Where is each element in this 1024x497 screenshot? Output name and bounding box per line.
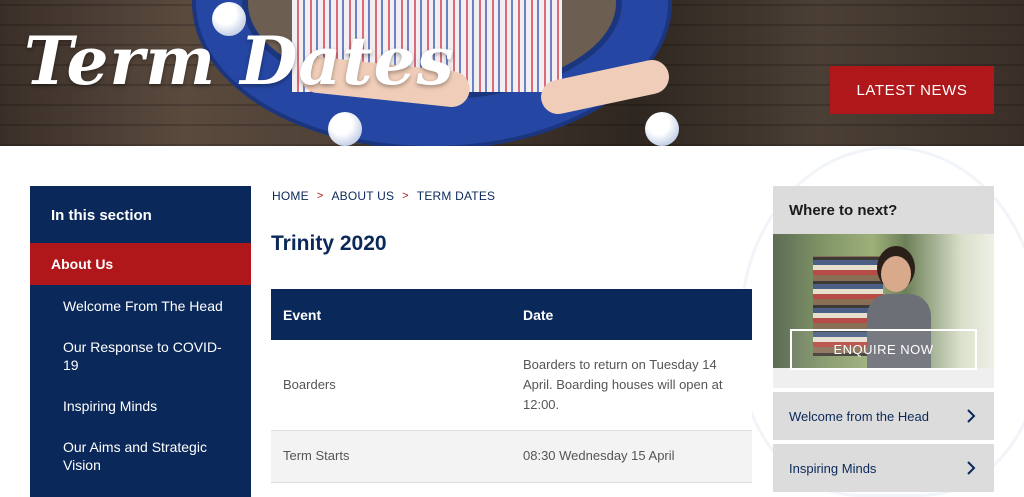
hero-title: Term Dates [24,22,455,100]
date-cell: 08:30 Wednesday 15 April [511,430,752,483]
event-cell: Term Starts [271,430,511,483]
link-label: Welcome from the Head [789,408,929,424]
latest-news-button[interactable]: LATEST NEWS [830,66,994,114]
chevron-right-icon [967,409,976,423]
porthole-bolt-decoration [328,112,362,146]
student-head-image [881,256,911,292]
student-photo: ENQUIRE NOW [773,234,994,388]
breadcrumb-term-dates-link[interactable]: TERM DATES [417,189,495,203]
event-cell: Boarders [271,340,511,431]
breadcrumb: HOME > ABOUT US > TERM DATES [272,189,495,203]
link-label: Inspiring Minds [789,460,877,476]
sidebar-item-welcome-from-the-head[interactable]: Welcome From The Head [63,297,223,315]
section-sidebar: In this section About Us Welcome From Th… [30,186,251,497]
column-header-date: Date [511,289,752,340]
enquire-now-button[interactable]: ENQUIRE NOW [790,329,977,370]
term-dates-table: Event Date Boarders Boarders to return o… [271,289,752,483]
chevron-right-icon [967,461,976,475]
column-header-event: Event [271,289,511,340]
sidebar-item-inspiring-minds[interactable]: Inspiring Minds [63,397,223,415]
link-inspiring-minds[interactable]: Inspiring Minds [773,444,994,492]
porthole-bolt-decoration [645,112,679,146]
hero-banner: Term Dates LATEST NEWS [0,0,1024,146]
sidebar-heading: In this section [51,207,152,224]
page-title: Trinity 2020 [271,232,387,255]
table-row: Term Starts 08:30 Wednesday 15 April [271,430,752,483]
breadcrumb-about-us-link[interactable]: ABOUT US [331,189,394,203]
date-cell: Boarders to return on Tuesday 14 April. … [511,340,752,431]
desk-image [773,368,994,388]
table-row: Boarders Boarders to return on Tuesday 1… [271,340,752,431]
sidebar-item-aims-and-strategic-vision[interactable]: Our Aims and Strategic Vision [63,438,223,474]
link-welcome-from-the-head[interactable]: Welcome from the Head [773,392,994,440]
table-header-row: Event Date [271,289,752,340]
sidebar-list: Welcome From The Head Our Response to CO… [30,297,251,474]
where-next-heading: Where to next? [773,186,994,234]
sidebar-item-about-us[interactable]: About Us [30,243,251,285]
sidebar-item-covid-response[interactable]: Our Response to COVID-19 [63,338,223,374]
breadcrumb-separator: > [402,190,409,202]
breadcrumb-home-link[interactable]: HOME [272,189,309,203]
breadcrumb-separator: > [316,190,324,202]
where-next-panel: Where to next? ENQUIRE NOW Welcome from … [773,186,994,497]
